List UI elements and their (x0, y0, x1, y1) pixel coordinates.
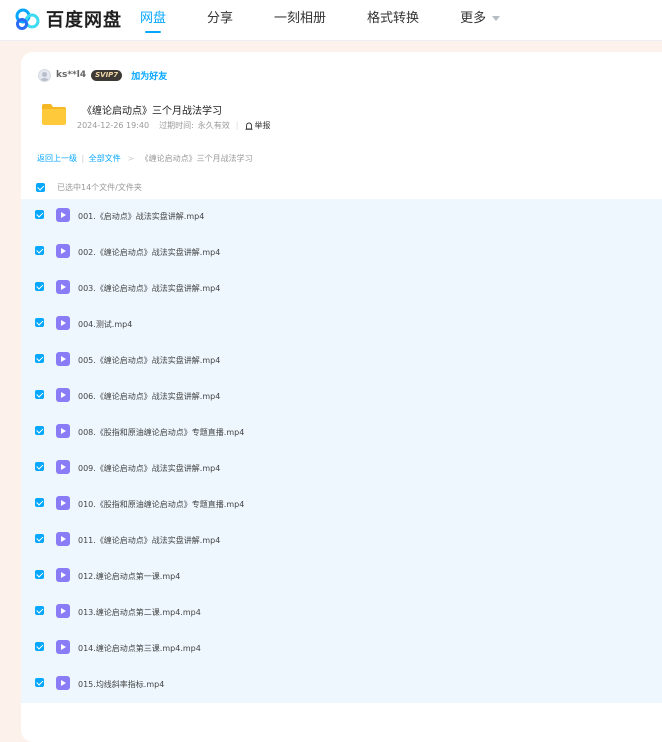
file-checkbox[interactable] (35, 606, 44, 615)
list-item[interactable]: 003.《缠论启动点》战法实盘讲解.mp4 (21, 271, 662, 307)
select-all-checkbox[interactable] (36, 182, 45, 192)
nav-item-more-label: 更多 (460, 11, 487, 26)
vip-badge: SVIP7 (91, 69, 123, 81)
breadcrumb-current: 《缠论启动点》三个月战法学习 (140, 154, 253, 163)
list-item[interactable]: 005.《缠论启动点》战法实盘讲解.mp4 (21, 343, 662, 379)
video-file-icon (56, 532, 70, 546)
file-name[interactable]: 011.《缠论启动点》战法实盘讲解.mp4 (78, 535, 220, 546)
file-checkbox[interactable] (35, 678, 44, 687)
list-item[interactable]: 010.《股指和原油缠论启动点》专题直播.mp4 (21, 487, 662, 523)
video-file-icon (56, 604, 70, 618)
breadcrumb: 返回上一级 | 全部文件 > 《缠论启动点》三个月战法学习 (37, 153, 253, 164)
file-checkbox[interactable] (35, 426, 44, 435)
file-checkbox[interactable] (35, 462, 44, 471)
list-item[interactable]: 006.《缠论启动点》战法实盘讲解.mp4 (21, 379, 662, 415)
file-name[interactable]: 001.《启动点》战法实盘讲解.mp4 (78, 211, 204, 222)
list-item[interactable]: 009.《缠论启动点》战法实盘讲解.mp4 (21, 451, 662, 487)
expire-label: 过期时间: (159, 121, 194, 130)
file-checkbox[interactable] (35, 390, 44, 399)
video-file-icon (56, 640, 70, 654)
file-checkbox[interactable] (35, 282, 44, 291)
file-name[interactable]: 008.《股指和原油缠论启动点》专题直播.mp4 (78, 427, 244, 438)
file-name[interactable]: 005.《缠论启动点》战法实盘讲解.mp4 (78, 355, 220, 366)
file-name[interactable]: 012.缠论启动点第一课.mp4 (78, 571, 180, 582)
video-file-icon (56, 388, 70, 402)
alarm-report-icon (245, 122, 252, 130)
file-checkbox[interactable] (35, 246, 44, 255)
video-file-icon (56, 496, 70, 510)
file-checkbox[interactable] (35, 570, 44, 579)
video-file-icon (56, 676, 70, 690)
baidu-netdisk-logo-icon (15, 8, 40, 30)
list-item[interactable]: 013.缠论启动点第二课.mp4.mp4 (21, 595, 662, 631)
share-panel: ks**l4 SVIP7 加为好友 《缠论启动点》三个月战法学习 2024-12… (21, 52, 662, 742)
sharer-username[interactable]: ks**l4 (56, 70, 86, 80)
nav-item-netdisk[interactable]: 网盘 (140, 0, 166, 40)
select-all-bar: 已选中14个文件/文件夹 (36, 182, 142, 192)
video-file-icon (56, 244, 70, 258)
video-file-icon (56, 568, 70, 582)
nav-item-more[interactable]: 更多 (460, 0, 501, 40)
selection-summary: 已选中14个文件/文件夹 (57, 182, 142, 192)
file-name[interactable]: 009.《缠论启动点》战法实盘讲解.mp4 (78, 463, 220, 474)
sharer-info: ks**l4 SVIP7 加为好友 (38, 68, 167, 82)
file-name[interactable]: 004.测试.mp4 (78, 319, 132, 330)
file-name[interactable]: 014.缠论启动点第三课.mp4.mp4 (78, 643, 201, 654)
video-file-icon (56, 460, 70, 474)
list-item[interactable]: 014.缠论启动点第三课.mp4.mp4 (21, 631, 662, 667)
list-item[interactable]: 002.《缠论启动点》战法实盘讲解.mp4 (21, 235, 662, 271)
main-nav: 网盘 分享 一刻相册 格式转换 更多 (140, 0, 541, 40)
nav-item-album[interactable]: 一刻相册 (274, 0, 326, 40)
file-checkbox[interactable] (35, 642, 44, 651)
file-name[interactable]: 015.均线斜率指标.mp4 (78, 679, 164, 690)
file-checkbox[interactable] (35, 210, 44, 219)
file-checkbox[interactable] (35, 354, 44, 363)
file-checkbox[interactable] (35, 498, 44, 507)
file-checkbox[interactable] (35, 318, 44, 327)
list-item[interactable]: 012.缠论启动点第一课.mp4 (21, 559, 662, 595)
nav-item-share[interactable]: 分享 (207, 0, 233, 40)
baidu-netdisk-logo[interactable]: 百度网盘 (14, 6, 122, 32)
divider: | (235, 121, 239, 130)
expire-value: 永久有效 (197, 121, 230, 130)
share-title: 《缠论启动点》三个月战法学习 (82, 106, 222, 117)
nav-item-format-convert[interactable]: 格式转换 (367, 0, 419, 40)
video-file-icon (56, 352, 70, 366)
breadcrumb-all-files-link[interactable]: 全部文件 (89, 154, 121, 163)
file-name[interactable]: 013.缠论启动点第二课.mp4.mp4 (78, 607, 201, 618)
file-list: 001.《启动点》战法实盘讲解.mp4 002.《缠论启动点》战法实盘讲解.mp… (21, 199, 662, 703)
add-friend-link[interactable]: 加为好友 (131, 69, 167, 82)
file-name[interactable]: 002.《缠论启动点》战法实盘讲解.mp4 (78, 247, 220, 258)
report-button[interactable]: 举报 (245, 120, 271, 131)
folder-icon (42, 104, 66, 125)
report-label: 举报 (254, 121, 271, 130)
breadcrumb-back-link[interactable]: 返回上一级 (37, 154, 77, 163)
avatar[interactable] (38, 68, 51, 82)
video-file-icon (56, 280, 70, 294)
list-item[interactable]: 001.《启动点》战法实盘讲解.mp4 (21, 199, 662, 235)
top-navigation-bar: 百度网盘 网盘 分享 一刻相册 格式转换 更多 (0, 0, 662, 41)
breadcrumb-separator: > (127, 154, 135, 163)
video-file-icon (56, 424, 70, 438)
file-name[interactable]: 003.《缠论启动点》战法实盘讲解.mp4 (78, 283, 220, 294)
list-item[interactable]: 015.均线斜率指标.mp4 (21, 667, 662, 703)
list-item[interactable]: 011.《缠论启动点》战法实盘讲解.mp4 (21, 523, 662, 559)
breadcrumb-divider: | (81, 154, 85, 163)
file-checkbox[interactable] (35, 534, 44, 543)
file-name[interactable]: 006.《缠论启动点》战法实盘讲解.mp4 (78, 391, 220, 402)
video-file-icon (56, 208, 70, 222)
share-date: 2024-12-26 19:40 (77, 121, 150, 130)
chevron-down-icon (492, 16, 501, 21)
file-name[interactable]: 010.《股指和原油缠论启动点》专题直播.mp4 (78, 499, 244, 510)
list-item[interactable]: 008.《股指和原油缠论启动点》专题直播.mp4 (21, 415, 662, 451)
brand-name: 百度网盘 (46, 10, 122, 31)
list-item[interactable]: 004.测试.mp4 (21, 307, 662, 343)
share-meta: 2024-12-26 19:40 过期时间: 永久有效 | 举报 (77, 120, 271, 131)
video-file-icon (56, 316, 70, 330)
